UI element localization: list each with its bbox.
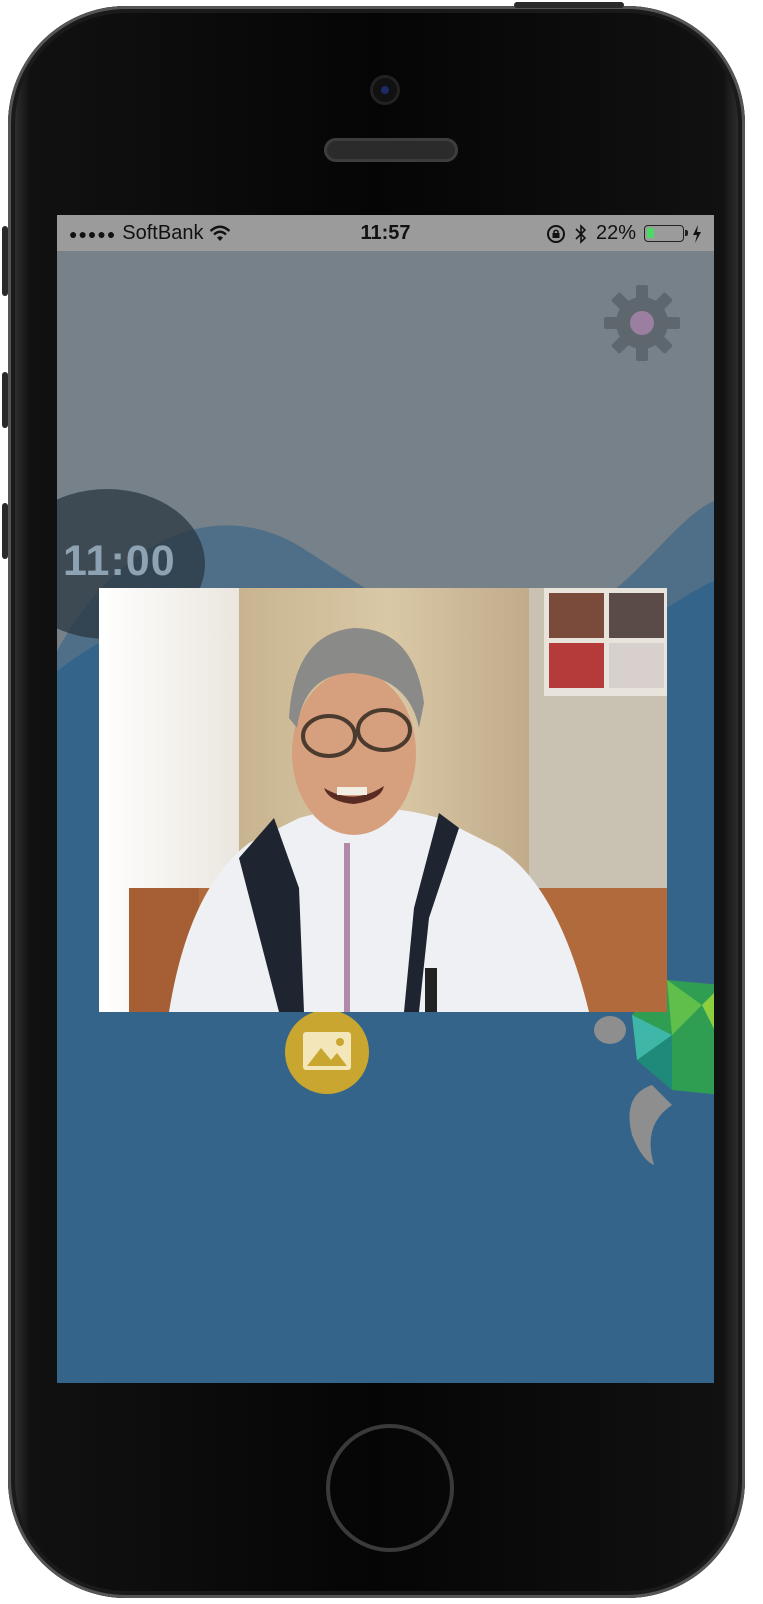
caller-video-frame	[99, 588, 667, 1012]
orientation-lock-icon	[546, 224, 565, 243]
mute-switch	[2, 226, 8, 296]
app-screen: ●●●●● SoftBank 11:57 22% 11:00	[57, 215, 714, 1383]
lightning-icon	[693, 224, 701, 243]
gallery-button[interactable]	[285, 1010, 369, 1094]
countdown-timer: 11:00	[63, 537, 176, 585]
settings-gear-icon[interactable]	[602, 283, 682, 363]
battery-percent: 22%	[595, 222, 636, 244]
home-button[interactable]	[326, 1424, 454, 1552]
volume-up-button	[2, 372, 8, 428]
battery-icon	[644, 225, 688, 242]
power-button	[514, 2, 624, 8]
battery-level	[647, 228, 654, 238]
earpiece-speaker	[324, 138, 458, 162]
image-icon	[303, 1032, 351, 1070]
status-bar: ●●●●● SoftBank 11:57 22%	[57, 215, 714, 251]
bluetooth-icon	[575, 223, 587, 244]
front-camera	[373, 78, 397, 102]
video-call-feed[interactable]	[99, 588, 667, 1012]
volume-down-button	[2, 503, 8, 559]
